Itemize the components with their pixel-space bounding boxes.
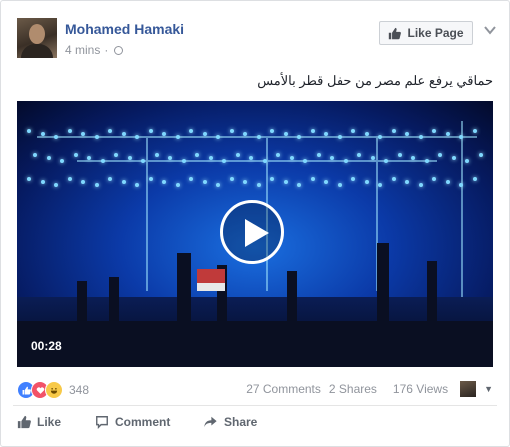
- post-time[interactable]: 4 mins: [65, 43, 100, 57]
- avatar-face: [29, 24, 45, 44]
- share-label: Share: [224, 415, 258, 429]
- post-actions: Like Comment Share: [17, 415, 257, 429]
- thumbs-up-icon: [17, 415, 31, 429]
- post-card: Mohamed Hamaki 4 mins · Like Page حماقي …: [0, 0, 510, 447]
- like-page-label: Like Page: [407, 26, 464, 40]
- divider: [13, 405, 497, 406]
- share-button[interactable]: Share: [203, 415, 257, 429]
- post-text: حماقي يرفع علم مصر من حفل قطر بالأمس: [257, 73, 493, 88]
- share-arrow-icon: [204, 416, 217, 428]
- engagement-stats: 27 Comments 2 Shares 176 Views ▼: [246, 381, 493, 397]
- comment-icon: [96, 416, 108, 429]
- avatar-shoulders: [21, 44, 53, 58]
- video-player[interactable]: 00:28: [17, 101, 493, 367]
- post-meta: 4 mins ·: [65, 43, 124, 57]
- haha-reaction-icon: [45, 381, 63, 399]
- play-button[interactable]: [220, 200, 284, 264]
- shares-count[interactable]: 2 Shares: [329, 382, 377, 396]
- views-count[interactable]: 176 Views: [393, 382, 448, 396]
- post-stats: 348 27 Comments 2 Shares 176 Views ▼: [17, 381, 493, 399]
- page-avatar-thumb[interactable]: [460, 381, 477, 397]
- thumbs-up-icon: [389, 27, 402, 39]
- globe-icon[interactable]: [114, 45, 124, 55]
- like-label: Like: [37, 415, 62, 429]
- comment-button[interactable]: Comment: [95, 415, 203, 429]
- chevron-down-icon[interactable]: [483, 23, 497, 37]
- like-page-button[interactable]: Like Page: [379, 21, 473, 45]
- reaction-count: 348: [69, 383, 90, 397]
- video-duration: 00:28: [31, 339, 62, 353]
- author-avatar[interactable]: [17, 18, 57, 58]
- separator-dot: ·: [104, 43, 109, 57]
- play-icon: [245, 219, 269, 247]
- caret-down-icon[interactable]: ▼: [484, 384, 493, 394]
- like-button[interactable]: Like: [17, 415, 95, 429]
- reactions-summary[interactable]: 348: [17, 381, 89, 399]
- author-name[interactable]: Mohamed Hamaki: [65, 21, 184, 37]
- comments-count[interactable]: 27 Comments: [246, 382, 321, 396]
- comment-label: Comment: [115, 415, 171, 429]
